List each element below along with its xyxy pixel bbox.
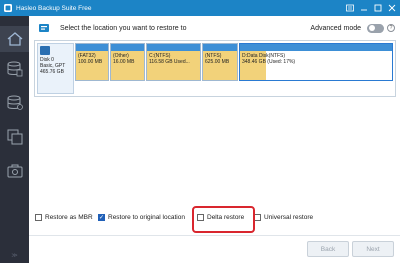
- collapse-icon[interactable]: ≫: [0, 252, 29, 259]
- restore-original-label: Restore to original location: [108, 214, 185, 221]
- restore-original-option[interactable]: ✓ Restore to original location: [98, 214, 185, 221]
- universal-restore-label: Universal restore: [264, 214, 314, 221]
- footer-divider: [29, 235, 400, 236]
- restore-icon: [7, 95, 23, 110]
- universal-restore-option[interactable]: Universal restore: [254, 214, 313, 221]
- partition-bar: [147, 44, 200, 51]
- partition-bar: [76, 44, 108, 51]
- partition-fat32[interactable]: (FAT32) 100.00 MB: [75, 43, 109, 81]
- hasleo-logo-icon: [4, 4, 12, 12]
- clone-icon: [7, 129, 22, 145]
- sidebar-item-home[interactable]: [0, 26, 29, 52]
- help-icon[interactable]: ?: [387, 24, 395, 32]
- sidebar-item-restore[interactable]: [0, 90, 29, 116]
- window-title: Hasleo Backup Suite Free: [16, 4, 92, 12]
- menu-icon[interactable]: [344, 2, 356, 14]
- backup-icon: [7, 61, 22, 77]
- partition-other[interactable]: (Other) 16.00 MB: [110, 43, 145, 81]
- restore-as-mbr-checkbox[interactable]: [35, 214, 42, 221]
- partition-bar: [240, 44, 392, 51]
- sidebar: ≫: [0, 16, 29, 263]
- partition-size: 625.00 MB: [205, 59, 230, 65]
- disk-size: 465.76 GB: [40, 69, 64, 75]
- minimize-icon[interactable]: [358, 2, 370, 14]
- maximize-icon[interactable]: [372, 2, 384, 14]
- main-panel: Select the location you want to restore …: [29, 16, 400, 263]
- restore-as-mbr-option[interactable]: Restore as MBR: [35, 214, 93, 221]
- close-icon[interactable]: [386, 2, 398, 14]
- partition-d[interactable]: D:Data Disk(NTFS) 348.46 GB (Used: 17%): [239, 43, 393, 81]
- partition-c[interactable]: C:(NTFS) 116.58 GB Used...: [146, 43, 201, 81]
- hard-disk-icon: [40, 46, 50, 55]
- home-icon: [7, 32, 22, 46]
- partition-size: 100.00 MB: [78, 59, 103, 65]
- restore-original-checkbox[interactable]: ✓: [98, 214, 105, 221]
- universal-restore-checkbox[interactable]: [254, 214, 261, 221]
- back-button[interactable]: Back: [307, 241, 349, 257]
- advanced-mode-toggle[interactable]: [367, 23, 384, 33]
- partition-bar: [203, 44, 237, 51]
- partition-bar: [111, 44, 144, 51]
- sidebar-item-clone[interactable]: [0, 124, 29, 150]
- advanced-mode-label: Advanced mode: [310, 24, 361, 32]
- disk-info[interactable]: Disk 0 Basic, GPT 465.76 GB: [37, 43, 74, 94]
- disk-select-icon: [39, 24, 49, 32]
- delta-restore-highlight: [192, 206, 255, 233]
- restore-as-mbr-label: Restore as MBR: [45, 214, 93, 221]
- page-title: Select the location you want to restore …: [60, 24, 187, 32]
- partition-size: 116.58 GB Used...: [149, 59, 190, 65]
- partition-size: 16.00 MB: [113, 59, 135, 65]
- header: Select the location you want to restore …: [29, 16, 400, 40]
- disk-row: Disk 0 Basic, GPT 465.76 GB (FAT32) 100.…: [34, 40, 396, 97]
- partition-ntfs[interactable]: (NTFS) 625.00 MB: [202, 43, 238, 81]
- sidebar-item-backup[interactable]: [0, 56, 29, 82]
- partition-size: 348.46 GB (Used: 17%): [242, 59, 296, 65]
- sidebar-item-tools[interactable]: [0, 158, 29, 184]
- toggle-knob: [368, 25, 375, 31]
- tools-icon: [7, 164, 22, 178]
- next-button[interactable]: Next: [352, 241, 394, 257]
- title-bar: Hasleo Backup Suite Free: [0, 0, 400, 16]
